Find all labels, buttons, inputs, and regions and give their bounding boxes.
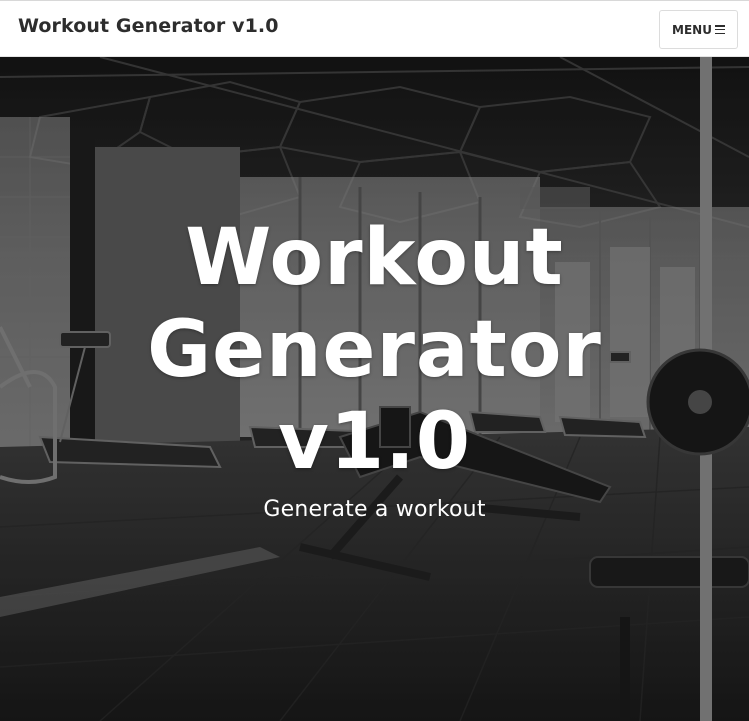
bars-icon [714,25,725,35]
menu-button[interactable]: MENU [659,10,738,49]
hero-title-line-3: v1.0 [277,397,472,487]
menu-label: MENU [672,22,712,37]
brand-title[interactable]: Workout Generator v1.0 [18,15,279,37]
navbar: Workout Generator v1.0 MENU [0,0,749,57]
hero-subtitle: Generate a workout [263,497,486,522]
hero-title: Workout Generator v1.0 [0,212,749,488]
hero-section: Workout Generator v1.0 Generate a workou… [0,57,749,721]
hero-title-line-2: Generator [147,305,602,395]
hero-title-line-1: Workout [185,213,564,303]
